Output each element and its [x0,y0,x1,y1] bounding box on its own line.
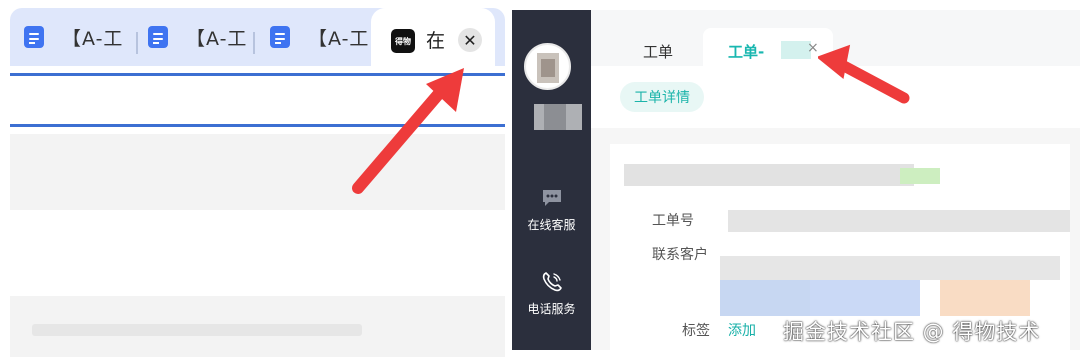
ticket-detail-tab[interactable]: 工单详情 [620,82,704,112]
field-label-tags: 标签 [682,323,710,339]
browser-panel: 【A-工 【A-工 【A-工 得物 在 ✕ [0,0,512,357]
doc-icon [148,26,168,48]
blurred-tag-chip [810,280,920,316]
browser-tab-3[interactable]: 【A-工 [270,20,369,54]
sidebar-item-label: 电话服务 [527,302,576,316]
browser-tab-label: 【A-工 [308,27,370,50]
blurred-badge [900,168,940,184]
blurred-content [32,324,362,336]
watermark: 掘金技术社区 @ 得物技术 [783,320,1041,344]
avatar[interactable] [524,43,571,90]
blurred-tag-chip [940,280,1030,316]
tab-separator [253,32,255,54]
phone-icon [542,272,562,292]
add-tag-link[interactable]: 添加 [728,320,756,340]
chat-icon [542,190,561,206]
browser-tab-2[interactable]: 【A-工 [148,20,247,54]
close-ticket-tab-button[interactable]: × [807,40,819,56]
ticket-tabs: 工单 工单- × [591,10,1080,76]
close-tab-button[interactable]: ✕ [458,28,482,52]
service-panel: 在线客服 电话服务 工单 工单- × 工单详情 工单号 联系客户 标签 添加 [512,0,1080,357]
tab-separator [136,32,138,54]
browser-tab-label: 【A-工 [62,27,124,50]
tab-ticket-active[interactable]: 工单- × [703,28,833,76]
blurred-tag-chip [720,280,810,316]
tab-ticket-active-label: 工单- [728,43,765,61]
toolbar-border-bottom [10,124,505,127]
blurred-ticket-no [728,210,1070,232]
field-label-ticket-no: 工单号 [652,213,694,229]
browser-tab-active[interactable]: 得物 在 ✕ [371,8,495,66]
doc-icon [270,26,290,48]
toolbar-border-top [10,73,505,76]
blurred-contact [720,256,1060,280]
sidebar: 在线客服 电话服务 [512,10,591,350]
agent-name-blurred [534,104,582,130]
doc-icon [24,26,44,48]
content-region [10,296,505,357]
tab-tickets[interactable]: 工单 [643,41,673,62]
content-region [10,134,505,210]
sidebar-item-label: 在线客服 [527,218,576,232]
blurred-title [624,164,914,186]
sidebar-item-phone-service[interactable]: 电话服务 [512,270,591,317]
sidebar-item-online-service[interactable]: 在线客服 [512,186,591,233]
field-label-contact: 联系客户 [652,247,708,263]
dewu-app-icon: 得物 [391,29,415,53]
browser-tab-label: 【A-工 [186,27,248,50]
browser-tab-1[interactable]: 【A-工 [24,20,123,54]
browser-tab-active-label: 在 [426,30,446,52]
